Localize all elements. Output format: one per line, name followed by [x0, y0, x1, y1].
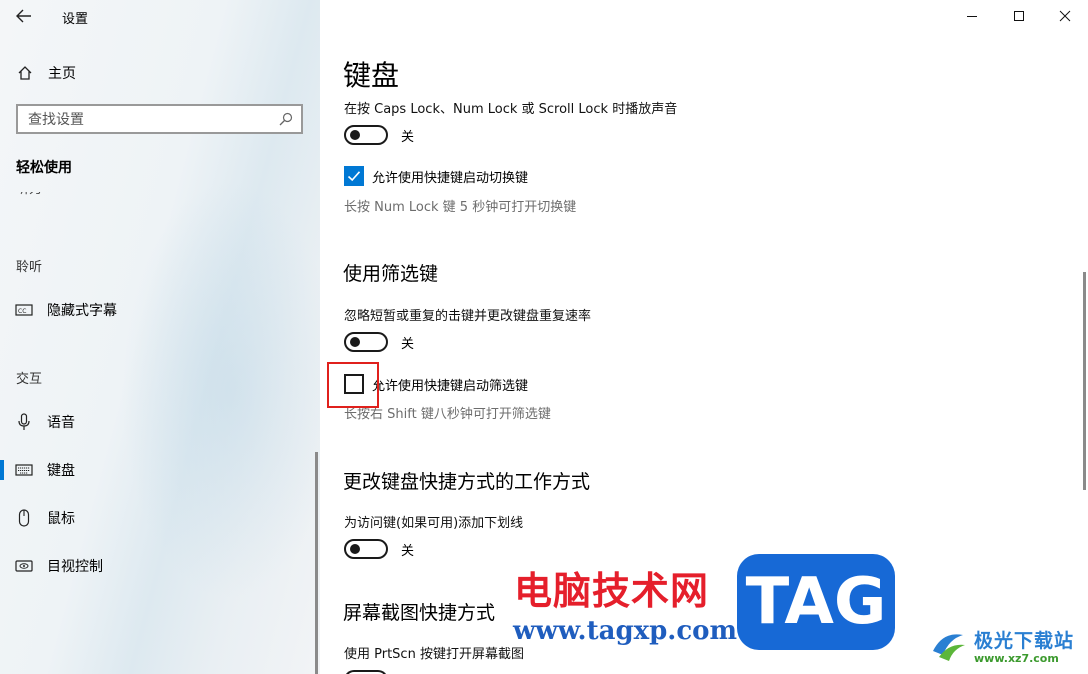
sidebar-item-label: 目视控制	[47, 559, 103, 575]
close-icon	[1059, 10, 1071, 22]
sidebar-item-label: 语音	[47, 415, 75, 431]
toggle-keys-hint: 长按 Num Lock 键 5 秒钟可打开切换键	[344, 200, 577, 215]
toggle-keys-row: 关	[344, 125, 414, 145]
minimize-button[interactable]	[949, 0, 995, 32]
closed-captions-icon: CC	[15, 301, 33, 319]
sidebar-scrollbar[interactable]	[315, 452, 318, 674]
filter-keys-description: 忽略短暂或重复的击键并更改键盘重复速率	[344, 309, 592, 324]
microphone-icon	[15, 413, 33, 431]
checkmark-icon	[347, 171, 361, 182]
sidebar-item-mouse[interactable]: 鼠标	[0, 501, 316, 535]
watermark-logo: 极光下载站 www.xz7.com	[928, 622, 1088, 668]
mouse-icon	[15, 509, 33, 527]
sidebar-item-label: 鼠标	[47, 511, 75, 527]
shortcuts-description: 为访问键(如果可用)添加下划线	[344, 516, 524, 531]
close-button[interactable]	[1042, 0, 1088, 32]
search-icon	[277, 110, 295, 128]
toggle-knob	[350, 130, 360, 140]
sidebar-item-closed-captions[interactable]: CC 隐藏式字幕	[0, 293, 316, 327]
checkbox-label: 允许使用快捷键启动切换键	[372, 170, 529, 186]
sidebar-item-label: 隐藏式字幕	[47, 303, 117, 319]
sidebar-item-home[interactable]: 主页	[0, 58, 320, 88]
content-scrollbar[interactable]	[1083, 272, 1086, 490]
shortcuts-row: 关	[344, 539, 414, 559]
group-label-hearing: 聆听	[16, 260, 43, 275]
toggle-keys-description: 在按 Caps Lock、Num Lock 或 Scroll Lock 时播放声…	[344, 102, 678, 117]
selected-indicator	[0, 460, 4, 480]
underline-access-keys-toggle[interactable]	[344, 539, 388, 559]
toggle-knob	[350, 337, 360, 347]
back-arrow-icon	[16, 9, 31, 23]
minimize-icon	[967, 16, 977, 17]
watermark-site-name: 电脑技术网	[514, 569, 710, 613]
sidebar: 设置 主页 查找设置 轻松使用 听力 聆听 CC 隐藏式字幕 交互 语音 键盘	[0, 0, 320, 674]
filter-keys-row: 关	[344, 332, 414, 352]
watermark-logo-url: www.xz7.com	[974, 651, 1059, 665]
group-label-interaction: 交互	[16, 372, 43, 387]
sidebar-item-label: 听力	[16, 192, 42, 196]
filter-keys-heading: 使用筛选键	[343, 263, 439, 285]
search-placeholder: 查找设置	[28, 112, 84, 128]
section-title: 轻松使用	[16, 160, 72, 176]
print-screen-description: 使用 PrtScn 按键打开屏幕截图	[344, 647, 524, 662]
sidebar-item-label: 主页	[48, 66, 76, 82]
toggle-state-label: 关	[401, 543, 415, 559]
maximize-button[interactable]	[996, 0, 1042, 32]
home-icon	[16, 64, 34, 82]
back-button[interactable]	[10, 4, 38, 28]
eye-control-icon	[15, 557, 33, 575]
watermark-site-url: www.tagxp.com	[513, 616, 738, 646]
toggle-state-label: 关	[401, 336, 415, 352]
print-screen-heading: 屏幕截图快捷方式	[343, 602, 496, 624]
maximize-icon	[1014, 11, 1024, 21]
print-screen-toggle[interactable]	[344, 670, 388, 674]
keyboard-icon	[15, 461, 33, 479]
svg-text:CC: CC	[18, 308, 26, 315]
sidebar-item-speech[interactable]: 语音	[0, 405, 316, 439]
watermark-logo-text: 极光下载站	[974, 629, 1075, 652]
shortcuts-heading: 更改键盘快捷方式的工作方式	[343, 471, 591, 493]
sidebar-item-keyboard[interactable]: 键盘	[0, 453, 316, 487]
page-title: 键盘	[343, 59, 400, 92]
checkbox-label: 允许使用快捷键启动筛选键	[372, 378, 529, 394]
sidebar-item-eye-control[interactable]: 目视控制	[0, 549, 316, 583]
sidebar-item-hearing-cut[interactable]: 听力	[16, 192, 42, 204]
filter-keys-toggle[interactable]	[344, 332, 388, 352]
toggle-keys-shortcut-checkbox[interactable]	[344, 166, 364, 186]
highlight-box	[327, 362, 379, 408]
toggle-keys-shortcut-row: 允许使用快捷键启动切换键	[344, 166, 528, 186]
search-input[interactable]: 查找设置	[16, 104, 303, 134]
watermark-tag-logo: TAG	[737, 554, 895, 650]
aurora-logo-icon	[928, 624, 970, 666]
toggle-knob	[350, 544, 360, 554]
toggle-keys-toggle[interactable]	[344, 125, 388, 145]
window-title: 设置	[62, 12, 89, 27]
toggle-state-label: 关	[401, 129, 415, 145]
sidebar-item-label: 键盘	[47, 463, 75, 479]
